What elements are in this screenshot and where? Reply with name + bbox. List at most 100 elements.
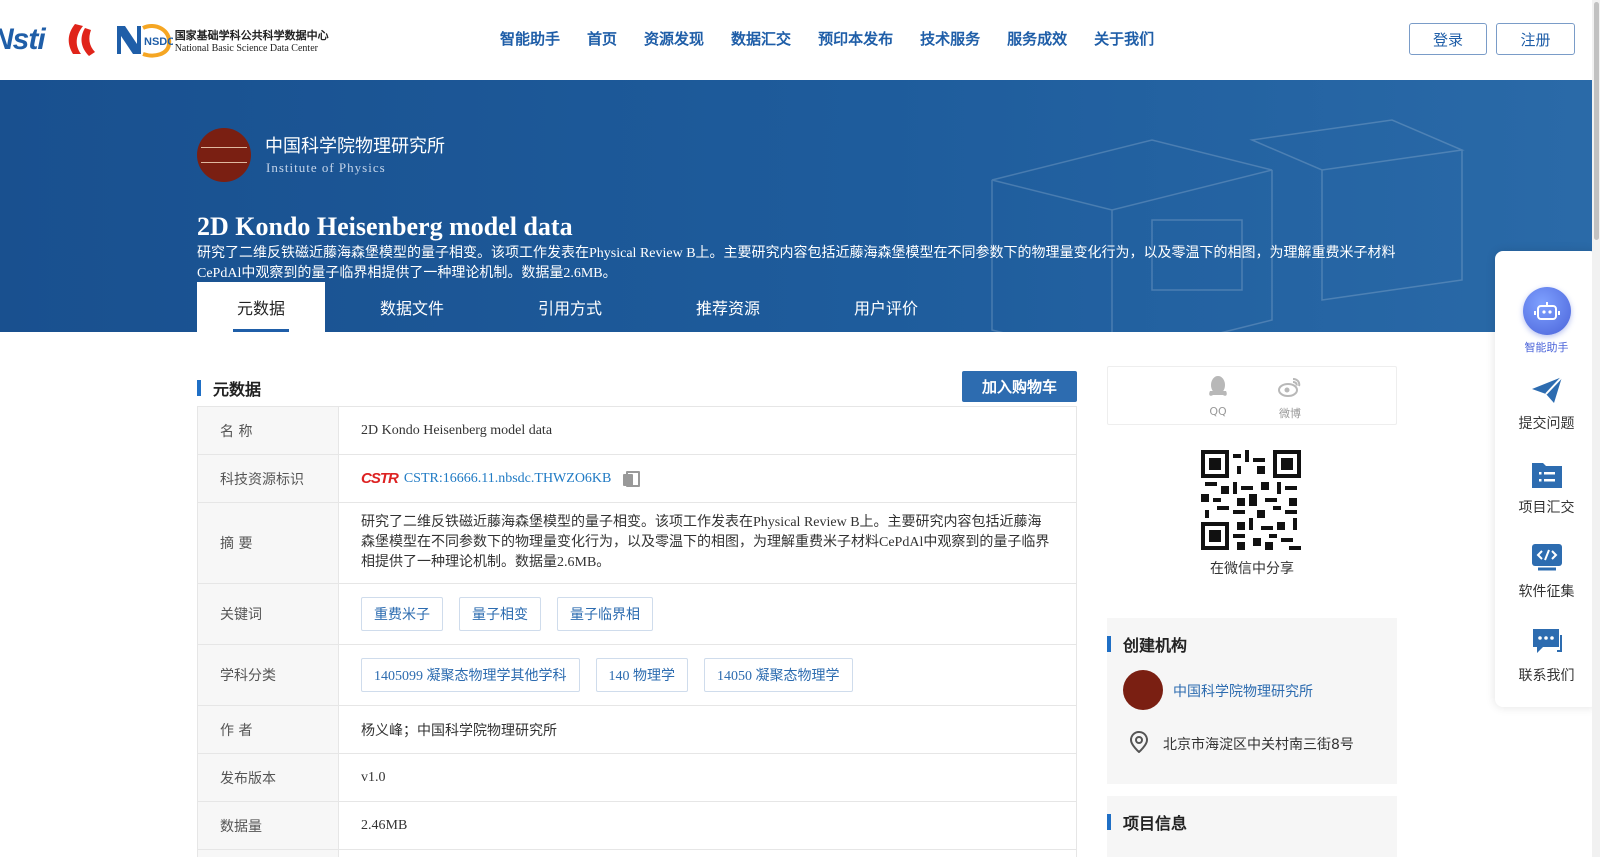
menu-home[interactable]: 首页 (587, 28, 617, 49)
scrollbar-thumb[interactable] (1594, 2, 1599, 240)
table-row: 名 称 2D Kondo Heisenberg model data (198, 407, 1076, 455)
cstr-identifier: CSTR:16666.11.nbsdc.THWZO6KB (403, 470, 612, 486)
logo-group: Nsti NSDC 国家基础学科公共科学数据中心 National Basic … (0, 18, 329, 62)
table-row: 数据量 2.46MB (198, 802, 1076, 850)
project-heading: 项目信息 (1107, 810, 1187, 834)
menu-service-results[interactable]: 服务成效 (1007, 28, 1067, 49)
table-row: 科技资源标识 CSTR CSTR:16666.11.nbsdc.THWZO6KB (198, 455, 1076, 503)
dataset-hero: 中国科学院物理研究所 Institute of Physics 2D Kondo… (0, 80, 1592, 332)
label-version: 发布版本 (198, 754, 339, 801)
project-title: 项目信息 (1123, 814, 1188, 833)
side-software-collection-label: 软件征集 (1518, 584, 1575, 600)
label-keywords: 关键词 (198, 584, 339, 644)
value-keywords: 重费米子 量子相变 量子临界相 (339, 584, 1076, 644)
dataset-title: 2D Kondo Heisenberg model data (197, 212, 573, 241)
cstr-badge-icon: CSTR (361, 470, 399, 487)
tab-metadata[interactable]: 元数据 (197, 282, 325, 332)
side-contact-us-label: 联系我们 (1518, 668, 1575, 684)
org-logo-mark (201, 147, 247, 163)
robot-icon (1522, 287, 1571, 335)
table-row: 摘 要 研究了二维反铁磁近藤海森堡模型的量子相变。该项工作发表在Physical… (198, 503, 1076, 584)
heading-accent-bar (1107, 636, 1111, 652)
side-project-submission[interactable]: 项目汇交 (1495, 459, 1598, 517)
hero-decoration (991, 119, 1465, 332)
keyword-tag[interactable]: 量子相变 (459, 597, 541, 631)
table-row: 关键词 重费米子 量子相变 量子临界相 (198, 584, 1076, 645)
label-next (198, 850, 339, 857)
value-size: 2.46MB (361, 817, 408, 833)
subject-tag[interactable]: 1405099 凝聚态物理学其他学科 (361, 658, 580, 692)
cstr-logo[interactable]: Nsti (0, 23, 46, 57)
menu-discover[interactable]: 资源发现 (644, 28, 704, 49)
value-name: 2D Kondo Heisenberg model data (361, 422, 553, 438)
label-abstract: 摘 要 (198, 503, 339, 583)
creator-title: 创建机构 (1123, 636, 1188, 655)
main-menu: 智能助手 首页 资源发现 数据汇交 预印本发布 技术服务 服务成效 关于我们 (500, 28, 1181, 49)
top-navigation: Nsti NSDC 国家基础学科公共科学数据中心 National Basic … (0, 0, 1600, 80)
subject-tag[interactable]: 14050 凝聚态物理学 (704, 658, 853, 692)
robot-glyph (1533, 302, 1560, 320)
tab-data-files[interactable]: 数据文件 (325, 282, 499, 332)
weibo-icon (1278, 378, 1301, 397)
qq-label: QQ (1209, 405, 1227, 418)
org-logo[interactable] (197, 128, 251, 182)
nsdc-mark-icon: NSDC (116, 24, 173, 58)
label-cstr: 科技资源标识 (198, 455, 339, 502)
table-row: 学科分类 1405099 凝聚态物理学其他学科 140 物理学 14050 凝聚… (198, 645, 1076, 706)
copy-icon[interactable] (623, 470, 641, 487)
side-assistant[interactable]: 智能助手 (1495, 287, 1598, 355)
nsdc-text: 国家基础学科公共科学数据中心 National Basic Science Da… (175, 27, 329, 54)
side-assistant-label: 智能助手 (1524, 341, 1569, 354)
keyword-tag[interactable]: 量子临界相 (557, 597, 653, 631)
login-button[interactable]: 登录 (1409, 23, 1487, 55)
qq-icon (1209, 376, 1227, 396)
nsdc-name-en: National Basic Science Data Center (174, 42, 318, 54)
menu-about[interactable]: 关于我们 (1094, 28, 1154, 49)
side-software-collection[interactable]: 软件征集 (1495, 543, 1598, 601)
value-cstr: CSTR CSTR:16666.11.nbsdc.THWZO6KB (339, 455, 1076, 502)
cas-logo-icon[interactable] (61, 20, 101, 60)
menu-preprint[interactable]: 预印本发布 (818, 28, 893, 49)
table-row: 作 者 杨义峰；中国科学院物理研究所 (198, 706, 1076, 754)
share-qq[interactable]: QQ (1198, 375, 1238, 418)
creator-address: 北京市海淀区中关村南三街8号 (1163, 737, 1354, 753)
subject-tag[interactable]: 140 物理学 (595, 658, 688, 692)
add-to-cart-button[interactable]: 加入购物车 (962, 371, 1077, 402)
creator-org-logo[interactable] (1123, 670, 1163, 710)
org-name[interactable]: 中国科学院物理研究所 (265, 132, 445, 158)
side-submit-question[interactable]: 提交问题 (1495, 375, 1598, 433)
menu-tech-service[interactable]: 技术服务 (920, 28, 980, 49)
tab-citation[interactable]: 引用方式 (499, 282, 641, 332)
table-row: 发布版本 v1.0 (198, 754, 1076, 802)
menu-assistant[interactable]: 智能助手 (500, 28, 560, 49)
location-icon (1129, 731, 1149, 753)
list-folder-icon (1531, 463, 1562, 488)
org-name-en: Institute of Physics (266, 160, 386, 175)
tab-recommended[interactable]: 推荐资源 (641, 282, 815, 332)
nsdc-mark-text: NSDC (144, 36, 173, 48)
dataset-tabs: 元数据 数据文件 引用方式 推荐资源 用户评价 (197, 282, 957, 332)
menu-data-submission[interactable]: 数据汇交 (731, 28, 791, 49)
keyword-tag[interactable]: 重费米子 (361, 597, 443, 631)
share-box: QQ 微博 (1107, 366, 1397, 425)
tab-reviews[interactable]: 用户评价 (815, 282, 957, 332)
share-weibo[interactable]: 微博 (1270, 375, 1310, 421)
heading-accent-bar (197, 380, 201, 396)
table-row (198, 850, 1076, 857)
value-author: 杨义峰；中国科学院物理研究所 (361, 723, 557, 739)
label-size: 数据量 (198, 802, 339, 849)
side-contact-us[interactable]: 联系我们 (1495, 627, 1598, 685)
creator-org-name[interactable]: 中国科学院物理研究所 (1173, 681, 1313, 701)
register-button[interactable]: 注册 (1496, 23, 1575, 55)
heading-accent-bar (1107, 814, 1111, 830)
creator-heading: 创建机构 (1107, 632, 1187, 656)
label-author: 作 者 (198, 706, 339, 753)
wechat-qr-code (1201, 450, 1301, 550)
project-info-card: 项目信息 (1107, 796, 1397, 857)
nsdc-logo[interactable]: NSDC 国家基础学科公共科学数据中心 National Basic Scien… (113, 20, 329, 60)
metadata-table: 名 称 2D Kondo Heisenberg model data 科技资源标… (197, 406, 1077, 857)
cstr-link[interactable]: CSTR CSTR:16666.11.nbsdc.THWZO6KB (361, 470, 611, 487)
wechat-share-caption: 在微信中分享 (1210, 561, 1294, 577)
creator-org-card: 创建机构 中国科学院物理研究所 北京市海淀区中关村南三街8号 (1107, 618, 1397, 784)
metadata-title: 元数据 (213, 380, 262, 399)
